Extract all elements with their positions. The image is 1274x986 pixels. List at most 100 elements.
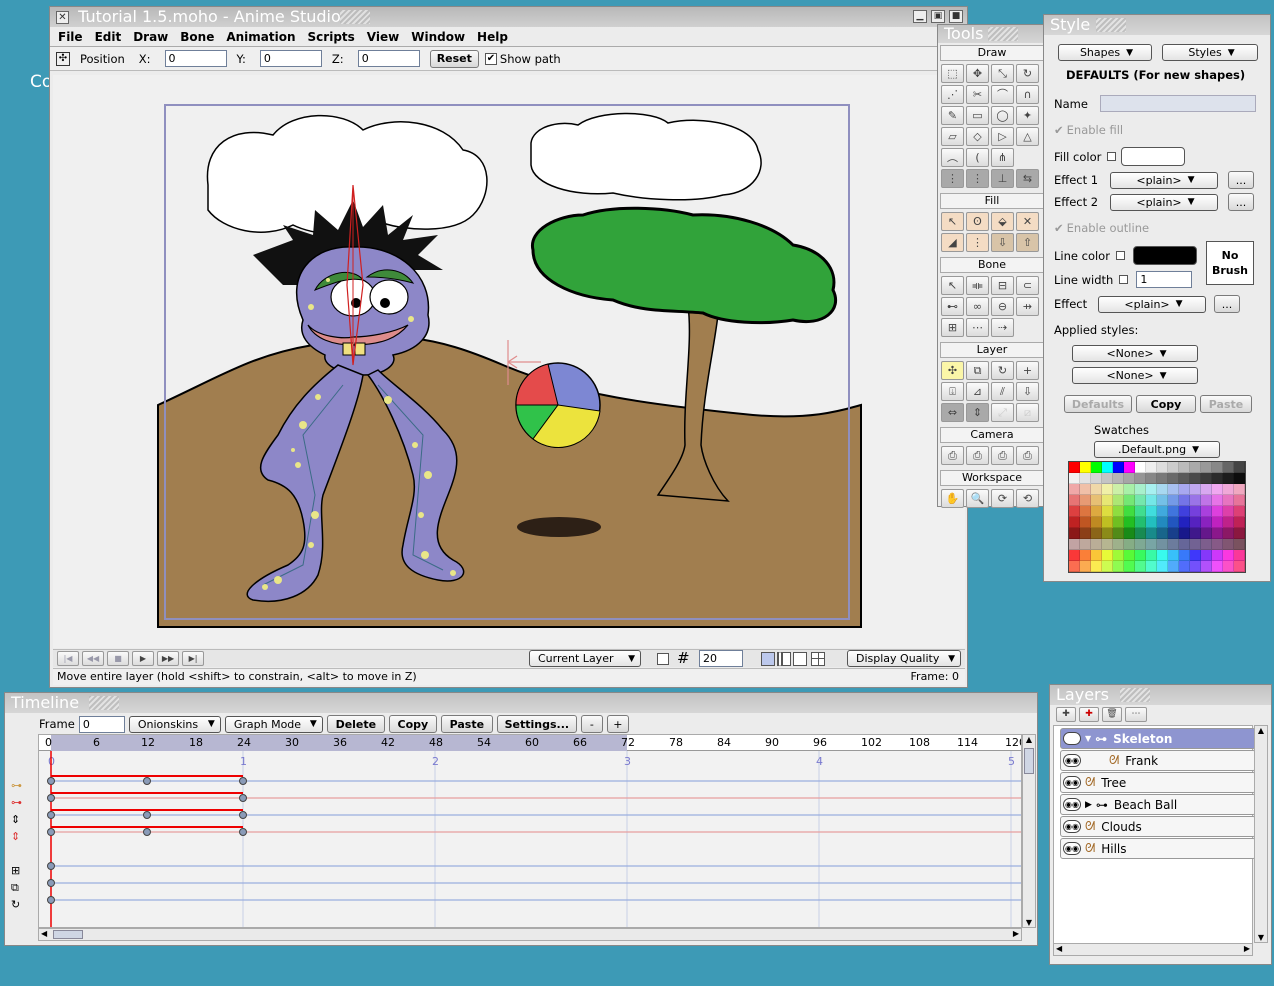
swatch-cell[interactable] <box>1223 517 1234 528</box>
display-quality-dropdown[interactable]: Display Quality ▼ <box>847 650 961 667</box>
swatch-cell[interactable] <box>1135 462 1146 473</box>
line-color-swatch[interactable] <box>1132 246 1197 265</box>
swatch-cell[interactable] <box>1179 550 1190 561</box>
swatch-cell[interactable] <box>1091 517 1102 528</box>
copy-key-button[interactable]: Copy <box>388 715 437 733</box>
eye-icon[interactable]: ◉◉ <box>1063 842 1081 855</box>
view-quad-icon[interactable] <box>811 651 825 666</box>
line-width-input[interactable] <box>1136 271 1193 288</box>
swatch-cell[interactable] <box>1124 561 1135 572</box>
swatch-cell[interactable] <box>1168 473 1179 484</box>
effect1-more-button[interactable]: ... <box>1228 171 1254 189</box>
swatch-cell[interactable] <box>1080 473 1091 484</box>
paint-bucket-icon[interactable]: ⬙ <box>991 212 1014 231</box>
frame-input[interactable] <box>78 715 125 733</box>
swatch-cell[interactable] <box>1091 462 1102 473</box>
swatch-cell[interactable] <box>1113 462 1124 473</box>
swatch-cell[interactable] <box>1080 462 1091 473</box>
swatch-cell[interactable] <box>1069 539 1080 550</box>
swatch-cell[interactable] <box>1124 528 1135 539</box>
swatch-cell[interactable] <box>1223 539 1234 550</box>
swatch-cell[interactable] <box>1157 484 1168 495</box>
swatch-cell[interactable] <box>1091 561 1102 572</box>
swatch-cell[interactable] <box>1069 484 1080 495</box>
rotate-workspace-icon[interactable]: ⟳ <box>991 489 1014 508</box>
frame-ruler[interactable]: 0 6 12 18 24 30 36 42 48 54 60 66 72 78 84 90 96 102 108 11… <box>39 735 1021 751</box>
swatch-cell[interactable] <box>1091 539 1102 550</box>
swatch-cell[interactable] <box>1168 528 1179 539</box>
x-input[interactable] <box>164 50 227 67</box>
pan-tilt-camera-icon[interactable]: ⎙ <box>1016 446 1039 465</box>
swatch-cell[interactable] <box>1069 473 1080 484</box>
swatch-cell[interactable] <box>1080 561 1091 572</box>
view-triple-icon[interactable] <box>793 651 807 666</box>
swatch-cell[interactable] <box>1124 506 1135 517</box>
minimize-icon[interactable]: ▁ <box>913 10 927 23</box>
menu-scripts[interactable]: Scripts <box>308 30 355 44</box>
point-tool-2-icon[interactable]: ⋮ <box>966 169 989 188</box>
swatch-cell[interactable] <box>1069 506 1080 517</box>
play-icon[interactable]: ▶ <box>132 651 154 666</box>
swatch-cell[interactable] <box>1201 517 1212 528</box>
swatch-cell[interactable] <box>1212 462 1223 473</box>
line-width-checkbox[interactable] <box>1119 275 1129 284</box>
point-tool-3-icon[interactable]: ⊥ <box>991 169 1014 188</box>
enable-fill-check-icon[interactable]: ✔ <box>1054 123 1064 137</box>
layer-beach-ball[interactable]: ◉◉ ▶ ⊶ Beach Ball <box>1060 794 1256 815</box>
swatch-cell[interactable] <box>1168 561 1179 572</box>
step-forward-icon[interactable]: ▶▶ <box>157 651 179 666</box>
swatch-cell[interactable] <box>1135 550 1146 561</box>
zoom-in-button[interactable]: + <box>606 715 629 733</box>
swatch-cell[interactable] <box>1168 495 1179 506</box>
swatch-cell[interactable] <box>1201 561 1212 572</box>
paste-key-button[interactable]: Paste <box>440 715 493 733</box>
line-color-checkbox[interactable] <box>1115 251 1125 260</box>
swatch-cell[interactable] <box>1146 550 1157 561</box>
swatch-cell[interactable] <box>1168 484 1179 495</box>
hand-icon[interactable]: ✋ <box>941 489 964 508</box>
eye-icon[interactable]: ◉◉ <box>1063 754 1081 767</box>
swatch-cell[interactable] <box>1223 550 1234 561</box>
timeline-hscroll[interactable]: ◀ ▶ <box>38 928 1022 941</box>
swatch-cell[interactable] <box>1168 550 1179 561</box>
eye-icon[interactable]: ◉◉ <box>1063 798 1081 811</box>
draw-rectangle-icon[interactable]: ▭ <box>966 106 989 125</box>
set-origin-icon[interactable]: + <box>1016 361 1039 380</box>
swatch-cell[interactable] <box>1223 495 1234 506</box>
layers-hscroll[interactable]: ◀ ▶ <box>1053 943 1253 956</box>
swatch-cell[interactable] <box>1113 561 1124 572</box>
bind-points-icon[interactable]: ⋯ <box>966 318 989 337</box>
zoom-out-button[interactable]: - <box>580 715 603 733</box>
maximize-icon[interactable]: ▣ <box>931 10 945 23</box>
scroll-thumb[interactable] <box>1024 748 1034 774</box>
swatch-cell[interactable] <box>1080 550 1091 561</box>
swatch-cell[interactable] <box>1190 528 1201 539</box>
name-input[interactable] <box>1100 95 1256 112</box>
expand-arrow-icon[interactable]: ▶ <box>1085 800 1092 810</box>
reset-button[interactable]: Reset <box>429 49 479 68</box>
effect-more-button[interactable]: ... <box>1214 295 1240 313</box>
timeline-area[interactable]: 0 6 12 18 24 30 36 42 48 54 60 66 72 78 84 90 96 102 108 11… <box>38 734 1022 928</box>
swatch-cell[interactable] <box>1212 484 1223 495</box>
swatch-cell[interactable] <box>1190 550 1201 561</box>
swatch-cell[interactable] <box>1201 495 1212 506</box>
applied-style2-dropdown[interactable]: <None> ▼ <box>1072 367 1198 384</box>
effect-dropdown[interactable]: <plain> ▼ <box>1098 295 1206 313</box>
swatch-cell[interactable] <box>1135 484 1146 495</box>
add-point-icon[interactable]: ⋰ <box>941 85 964 104</box>
swatch-cell[interactable] <box>1080 495 1091 506</box>
close-icon[interactable]: ✕ <box>56 11 69 24</box>
reparent-bone-icon[interactable]: ∞ <box>966 297 989 316</box>
offset-bone-icon[interactable]: ⇢ <box>991 318 1014 337</box>
swatch-cell[interactable] <box>1179 473 1190 484</box>
y-input[interactable] <box>259 50 322 67</box>
swatch-cell[interactable] <box>1179 506 1190 517</box>
swatch-cell[interactable] <box>1113 517 1124 528</box>
flip-layer-icon[interactable]: ⫽ <box>991 382 1014 401</box>
rotate-points-icon[interactable]: ↻ <box>1016 64 1039 83</box>
swatch-cell[interactable] <box>1146 506 1157 517</box>
swatch-cell[interactable] <box>1080 528 1091 539</box>
translate-layer-tool-icon[interactable]: ✣ <box>941 361 964 380</box>
swatch-cell[interactable] <box>1179 484 1190 495</box>
swatch-cell[interactable] <box>1157 561 1168 572</box>
